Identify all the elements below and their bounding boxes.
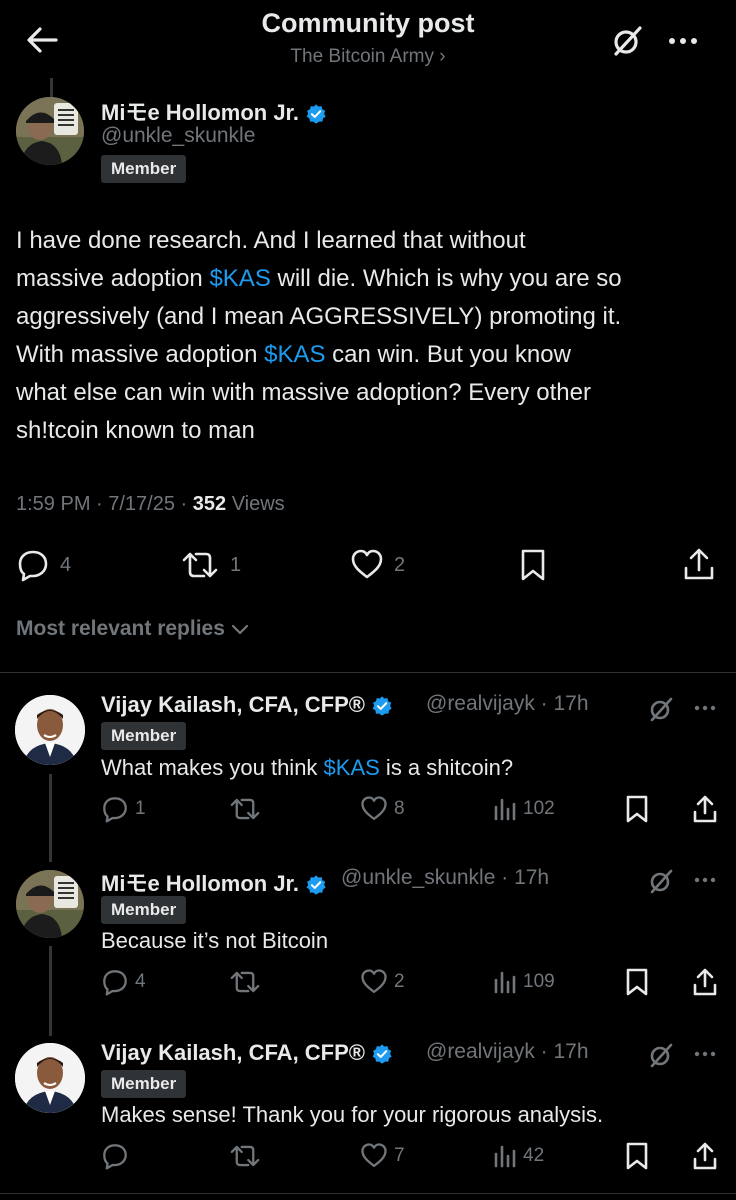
reply-handle[interactable]: @realvijayk · 17h — [426, 692, 589, 716]
avatar-image — [15, 1043, 85, 1113]
member-badge: Member — [101, 1070, 187, 1098]
author-handle[interactable]: @unkle_skunkle — [101, 124, 255, 148]
reply-author-name[interactable]: Vijay Kailash, CFA, CFP® — [101, 692, 393, 718]
avatar-image — [16, 870, 84, 938]
verified-badge-icon — [306, 875, 326, 895]
avatar[interactable] — [16, 97, 84, 165]
views-button[interactable]: 102 — [493, 795, 555, 823]
grok-icon[interactable] — [646, 1040, 676, 1070]
views-chart-icon — [494, 971, 516, 994]
chevron-down-icon — [231, 624, 249, 635]
thread-connector — [49, 774, 52, 862]
sort-replies-dropdown[interactable]: Most relevant replies — [16, 617, 251, 641]
divider — [0, 1193, 736, 1194]
views-button[interactable]: 42 — [493, 1142, 544, 1170]
reply-text: What makes you think $KAS is a shitcoin? — [101, 755, 514, 780]
views-chart-icon — [494, 798, 516, 821]
reply-button[interactable] — [101, 1142, 139, 1170]
avatar-image — [15, 695, 85, 765]
thread-connector — [49, 946, 52, 1036]
views-button[interactable]: 109 — [493, 968, 555, 996]
member-badge: Member — [101, 155, 187, 183]
reply-handle[interactable]: @realvijayk · 17h — [426, 1040, 589, 1064]
avatar[interactable] — [15, 695, 85, 765]
reply-icon — [103, 1144, 127, 1170]
avatar[interactable] — [15, 1043, 85, 1113]
verified-badge-icon — [372, 1044, 392, 1064]
like-button[interactable]: 7 — [360, 1142, 405, 1170]
reply-icon — [103, 970, 127, 996]
repost-icon — [230, 1145, 260, 1167]
repost-icon — [182, 552, 218, 578]
more-options-icon[interactable] — [692, 700, 718, 716]
top-bar: Community post The Bitcoin Army › — [0, 0, 736, 78]
views-chart-icon — [494, 1145, 516, 1168]
share-icon[interactable] — [692, 1141, 718, 1171]
member-badge: Member — [101, 896, 187, 924]
more-options-icon[interactable] — [692, 1046, 718, 1062]
repost-button[interactable] — [228, 795, 272, 823]
more-options-icon[interactable] — [664, 22, 702, 60]
bookmark-icon[interactable] — [625, 968, 649, 996]
bookmark-icon[interactable] — [625, 1142, 649, 1170]
like-button[interactable]: 2 — [360, 968, 405, 996]
heart-icon — [361, 969, 387, 994]
verified-badge-icon — [306, 104, 326, 124]
post-meta: 1:59 PM · 7/17/25 · 352 Views — [16, 493, 285, 515]
reply-button[interactable]: 1 — [101, 795, 146, 823]
heart-icon — [361, 796, 387, 821]
repost-icon — [230, 798, 260, 820]
share-icon[interactable] — [682, 546, 716, 582]
grok-icon[interactable] — [646, 694, 676, 724]
avatar[interactable] — [16, 870, 84, 938]
member-badge: Member — [101, 722, 187, 750]
post-body: I have done research. And I learned that… — [16, 227, 622, 444]
reply-button[interactable]: 4 — [16, 548, 71, 582]
heart-icon — [361, 1143, 387, 1168]
repost-icon — [230, 971, 260, 993]
reply-handle[interactable]: @unkle_skunkle · 17h — [341, 866, 549, 890]
cashtag-link[interactable]: $KAS — [324, 755, 380, 780]
repost-button[interactable] — [228, 968, 272, 996]
bookmark-icon[interactable] — [625, 795, 649, 823]
cashtag-link[interactable]: $KAS — [264, 341, 325, 368]
heart-icon — [351, 549, 383, 579]
avatar-image — [16, 97, 84, 165]
repost-button[interactable]: 1 — [180, 548, 241, 582]
like-button[interactable]: 8 — [360, 795, 405, 823]
bookmark-icon[interactable] — [518, 548, 548, 582]
more-options-icon[interactable] — [692, 872, 718, 888]
reply-text: Because it’s not Bitcoin — [101, 928, 329, 953]
reply-author-name[interactable]: Vijay Kailash, CFA, CFP® — [101, 1040, 393, 1066]
grok-icon[interactable] — [646, 866, 676, 896]
verified-badge-icon — [372, 696, 392, 716]
reply-icon — [18, 550, 48, 582]
grok-icon[interactable] — [608, 22, 646, 60]
share-icon[interactable] — [692, 967, 718, 997]
share-icon[interactable] — [692, 794, 718, 824]
reply-author-name[interactable]: Miモe Hollomon Jr. — [101, 866, 327, 898]
reply-icon — [103, 797, 127, 823]
repost-button[interactable] — [228, 1142, 272, 1170]
divider — [0, 672, 736, 673]
reply-button[interactable]: 4 — [101, 968, 146, 996]
author-name[interactable]: Miモe Hollomon Jr. — [101, 95, 327, 127]
like-button[interactable]: 2 — [350, 548, 405, 582]
cashtag-link[interactable]: $KAS — [209, 265, 270, 292]
reply-text: Makes sense! Thank you for your rigorous… — [101, 1102, 604, 1127]
